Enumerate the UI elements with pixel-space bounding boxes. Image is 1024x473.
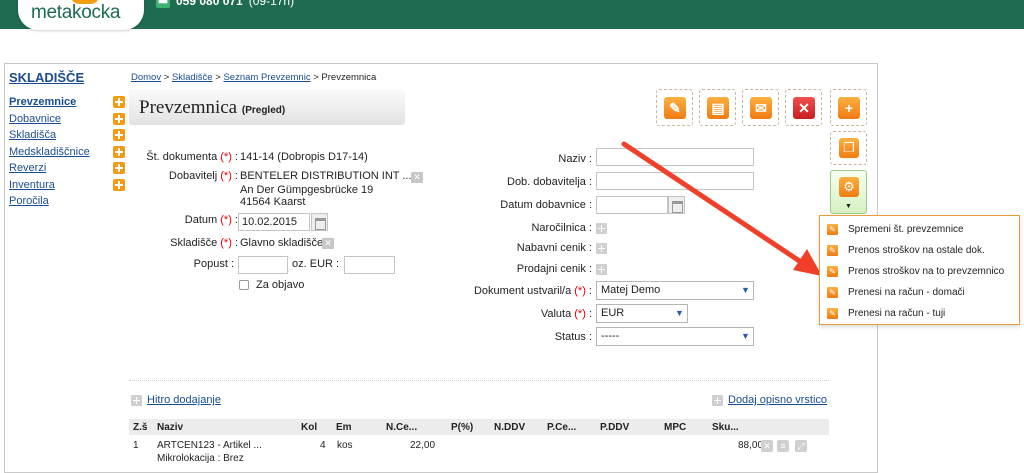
edit-row-icon[interactable]: ≡ — [777, 440, 789, 452]
row-nce: 22,00 — [410, 440, 436, 451]
pencil-icon: ✎ — [827, 244, 838, 256]
menu-item-change-number[interactable]: ✎ Spremeni št. prevzemnice — [827, 221, 964, 237]
col-p[interactable]: P(%) — [451, 422, 473, 433]
menu-item-transfer-costs-this[interactable]: ✎ Prenos stroškov na to prevzemnico — [827, 263, 1004, 279]
col-zs[interactable]: Z.š — [133, 422, 147, 433]
col-naziv[interactable]: Naziv — [157, 422, 183, 433]
section-divider — [129, 380, 829, 381]
quick-add-link[interactable]: Hitro dodajanje — [131, 394, 221, 406]
table-header: Z.š Naziv Kol Em N.Ce... P(%) N.DDV P.Ce… — [129, 419, 829, 435]
pencil-icon: ✎ — [827, 286, 838, 298]
row-kol: 4 — [320, 440, 326, 451]
expand-row-icon[interactable]: ⤢ — [795, 440, 807, 452]
row-zs: 1 — [133, 440, 139, 451]
add-desc-row-link[interactable]: Dodaj opisno vrstico — [712, 394, 827, 406]
col-mpc[interactable]: MPC — [664, 422, 686, 433]
row-sku: 88,00 — [738, 440, 764, 451]
pencil-icon: ✎ — [827, 223, 838, 235]
menu-item-transfer-invoice-foreign[interactable]: ✎ Prenesi na račun - tuji — [827, 305, 945, 321]
col-pce[interactable]: P.Ce... — [547, 422, 576, 433]
add-desc-row-label[interactable]: Dodaj opisno vrstico — [728, 394, 827, 406]
plus-icon — [712, 394, 723, 406]
col-em[interactable]: Em — [336, 422, 352, 433]
row-naziv[interactable]: ARTCEN123 - Artikel ... — [157, 440, 262, 451]
col-sku[interactable]: Sku... — [712, 422, 739, 433]
col-kol[interactable]: Kol — [301, 422, 317, 433]
row-microlocation: Mikrolokacija : Brez — [157, 453, 244, 464]
col-pddv[interactable]: P.DDV — [600, 422, 629, 433]
pencil-icon: ✎ — [827, 307, 838, 319]
row-em: kos — [337, 440, 353, 451]
menu-item-transfer-invoice-domestic[interactable]: ✎ Prenesi na račun - domači — [827, 284, 965, 300]
settings-dropdown-menu: ✎ Spremeni št. prevzemnice ✎ Prenos strošk… — [819, 215, 1020, 325]
col-nddv[interactable]: N.DDV — [494, 422, 525, 433]
delete-row-icon[interactable]: ✕ — [761, 440, 773, 452]
menu-item-transfer-costs-other[interactable]: ✎ Prenos stroškov na ostale dok. — [827, 242, 985, 258]
pencil-icon: ✎ — [827, 265, 838, 277]
plus-icon — [131, 394, 142, 406]
col-nce[interactable]: N.Ce... — [386, 422, 417, 433]
quick-add-label[interactable]: Hitro dodajanje — [147, 394, 221, 406]
